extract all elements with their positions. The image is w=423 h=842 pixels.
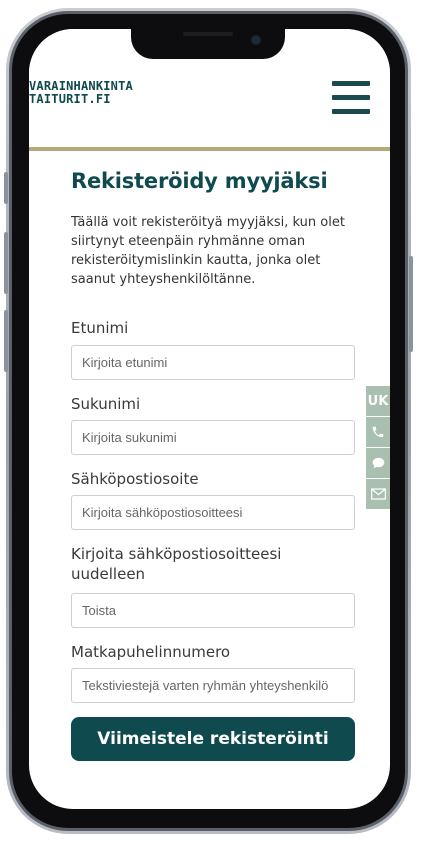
submit-registration-button[interactable]: Viimeistele rekisteröinti	[71, 717, 355, 761]
page-title: Rekisteröidy myyjäksi	[71, 169, 328, 193]
speaker	[183, 32, 233, 36]
faq-tab[interactable]: UK	[366, 386, 390, 416]
mail-icon	[370, 488, 386, 500]
phone-screen: VARAINHANKINTA TAITURIT.FI Rekisteröidy …	[29, 29, 390, 809]
email-repeat-input[interactable]	[71, 593, 355, 628]
phone-input[interactable]	[71, 668, 355, 703]
phone-label: Matkapuhelinnumero	[71, 643, 231, 661]
front-camera	[251, 35, 261, 45]
floating-contact-tabs: UK	[366, 386, 390, 510]
phone-tab[interactable]	[366, 417, 390, 447]
phone-icon	[372, 426, 384, 438]
notch	[131, 29, 285, 59]
volume-down-button	[4, 310, 8, 372]
menu-bar-middle	[332, 95, 370, 100]
email-repeat-label-line-2: uudelleen	[71, 565, 146, 583]
volume-up-button	[4, 232, 8, 294]
menu-bar-bottom	[332, 109, 370, 114]
email-label: Sähköpostiosoite	[71, 470, 199, 488]
site-logo[interactable]: VARAINHANKINTA TAITURIT.FI	[29, 80, 133, 106]
logo-line-2: TAITURIT.FI	[29, 92, 111, 106]
intro-text: Täällä voit rekisteröityä myyjäksi, kun …	[71, 215, 345, 287]
menu-bar-top	[332, 81, 370, 86]
email-repeat-label: Kirjoita sähköpostiosoitteesi uudelleen	[71, 544, 281, 584]
power-button	[409, 256, 413, 352]
first-name-input[interactable]	[71, 345, 355, 380]
faq-tab-label: UK	[367, 393, 389, 409]
email-input[interactable]	[71, 495, 355, 530]
last-name-label: Sukunimi	[71, 395, 141, 413]
mail-tab[interactable]	[366, 479, 390, 509]
chat-tab[interactable]	[366, 448, 390, 478]
hamburger-menu-icon[interactable]	[332, 81, 370, 115]
last-name-input[interactable]	[71, 420, 355, 455]
email-repeat-label-line-1: Kirjoita sähköpostiosoitteesi	[71, 545, 282, 563]
chat-icon	[372, 457, 384, 469]
first-name-label: Etunimi	[71, 319, 129, 337]
mute-switch	[4, 172, 8, 204]
